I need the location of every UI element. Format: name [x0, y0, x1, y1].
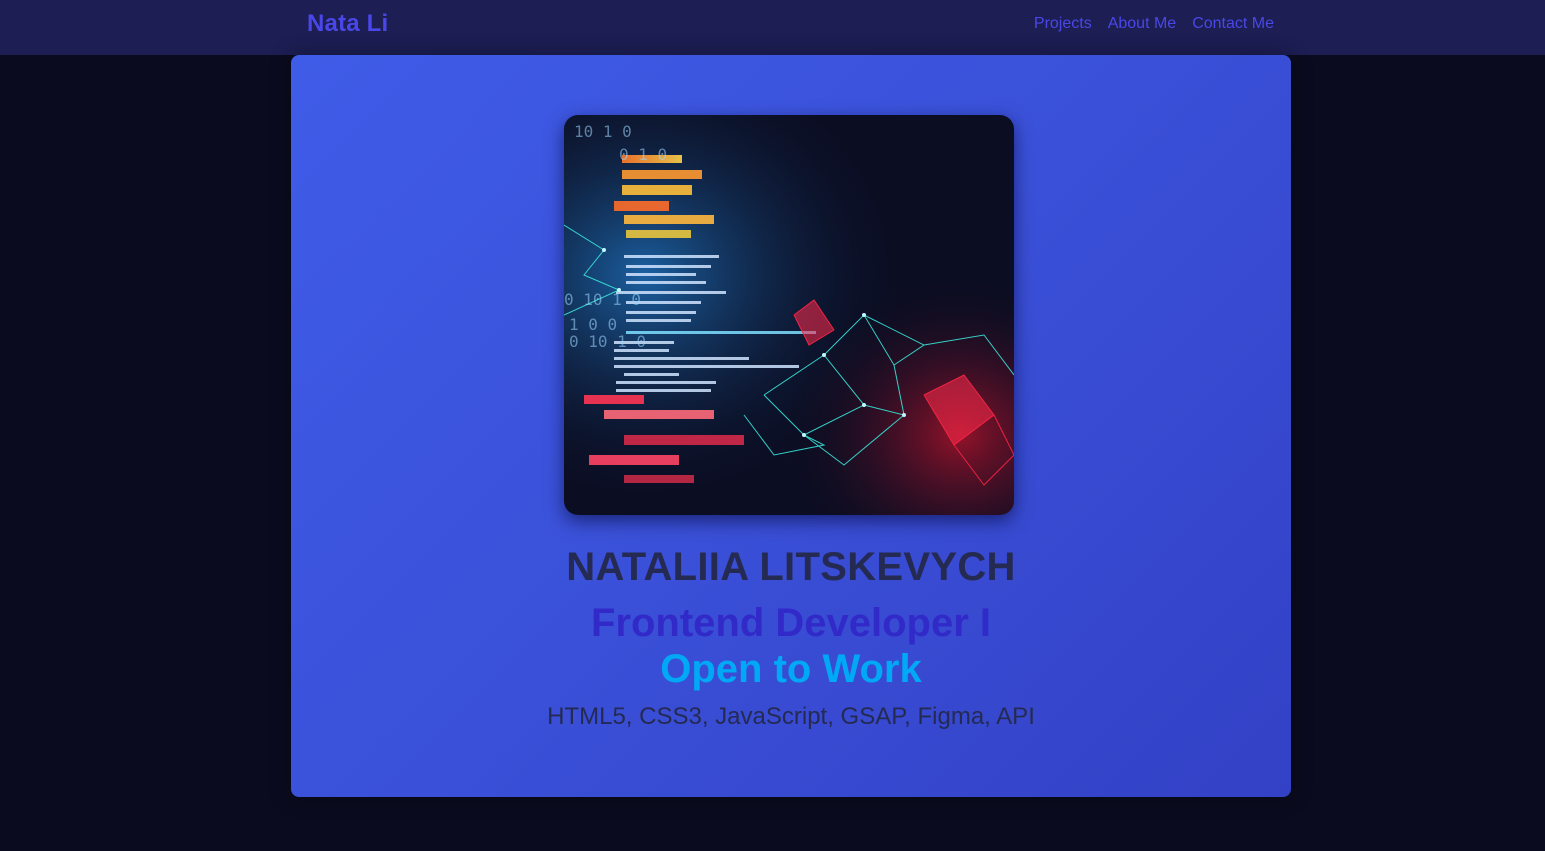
hero-role: Frontend Developer I [590, 601, 992, 645]
hero-name: NATALIIA LITSKEVYCH [566, 545, 1016, 589]
hero-card: 10 1 0 0 1 0 0 10 1 0 1 0 0 0 10 1 0 NAT… [291, 55, 1291, 797]
brand-logo-link[interactable]: Nata Li [307, 10, 388, 38]
nav-links: Projects About Me Contact Me [1034, 15, 1274, 33]
hero-image: 10 1 0 0 1 0 0 10 1 0 1 0 0 0 10 1 0 [564, 115, 1014, 515]
svg-text:0 10 1 0: 0 10 1 0 [569, 332, 646, 351]
svg-text:10 1 0: 10 1 0 [574, 122, 632, 141]
nav-link-contact-me[interactable]: Contact Me [1192, 15, 1274, 33]
svg-text:0 1 0: 0 1 0 [619, 145, 667, 164]
hero-status: Open to Work [660, 647, 922, 691]
top-navbar: Nata Li Projects About Me Contact Me [0, 0, 1545, 55]
svg-text:0 10 1 0: 0 10 1 0 [564, 290, 641, 309]
nav-link-projects[interactable]: Projects [1034, 15, 1092, 33]
nav-link-about-me[interactable]: About Me [1108, 15, 1176, 33]
hero-skills: HTML5, CSS3, JavaScript, GSAP, Figma, AP… [547, 703, 1035, 730]
